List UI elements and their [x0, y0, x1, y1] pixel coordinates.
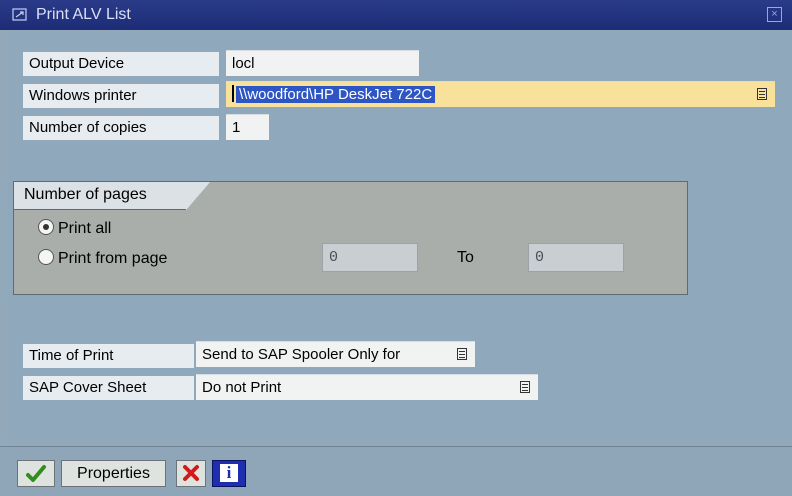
print-all-radio[interactable] [38, 219, 54, 235]
print-all-option[interactable]: Print all [38, 218, 111, 240]
title-bar: Print ALV List × [0, 0, 792, 30]
close-icon[interactable]: × [767, 7, 782, 22]
cover-sheet-label: SAP Cover Sheet [23, 376, 194, 400]
cover-sheet-field[interactable]: Do not Print [196, 374, 538, 400]
cancel-button[interactable] [176, 460, 206, 487]
print-from-label: Print from page [58, 250, 168, 267]
group-tab-corner [186, 182, 210, 210]
time-of-print-field[interactable]: Send to SAP Spooler Only for [196, 341, 475, 367]
dropdown-list-icon[interactable] [757, 88, 767, 100]
dropdown-list-icon[interactable] [457, 348, 467, 360]
info-icon: i [220, 464, 238, 482]
group-title: Number of pages [14, 182, 186, 210]
output-device-label: Output Device [23, 52, 219, 76]
from-page-field[interactable]: 0 [322, 243, 418, 272]
copies-field[interactable]: 1 [226, 114, 269, 140]
output-device-field[interactable]: locl [226, 50, 419, 76]
windows-printer-value: \\woodford\HP DeskJet 722C [236, 86, 436, 103]
button-toolbar: Properties i [0, 446, 792, 496]
dialog-window-icon [12, 8, 27, 21]
to-page-field[interactable]: 0 [528, 243, 624, 272]
time-of-print-label: Time of Print [23, 344, 194, 368]
text-cursor [232, 85, 234, 102]
print-from-radio[interactable] [38, 249, 54, 265]
cover-sheet-value: Do not Print [202, 379, 282, 396]
ok-button[interactable] [17, 460, 55, 487]
properties-button[interactable]: Properties [61, 460, 166, 487]
dropdown-list-icon[interactable] [520, 381, 530, 393]
windows-printer-label: Windows printer [23, 84, 219, 108]
green-check-icon [26, 465, 46, 482]
window-title: Print ALV List [36, 6, 131, 23]
windows-printer-field[interactable]: \\woodford\HP DeskJet 722C [226, 81, 775, 107]
red-x-icon [183, 465, 199, 481]
print-from-option[interactable]: Print from page [38, 248, 167, 270]
info-button[interactable]: i [212, 460, 246, 487]
print-alv-dialog: Print ALV List × Output Device locl Wind… [0, 0, 792, 496]
number-of-pages-group: Number of pages Print all Print from pag… [13, 181, 688, 295]
copies-label: Number of copies [23, 116, 219, 140]
to-label: To [457, 249, 474, 266]
print-all-label: Print all [58, 220, 112, 237]
time-of-print-value: Send to SAP Spooler Only for [202, 346, 401, 363]
